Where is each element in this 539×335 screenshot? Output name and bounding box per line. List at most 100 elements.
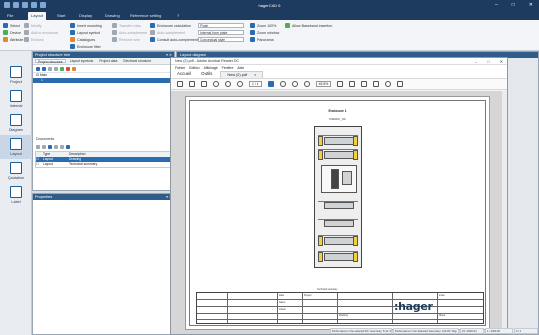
tab-reference-setting[interactable]: Reference setting — [127, 12, 164, 20]
pdf-canvas[interactable]: Enclosure 1 FW4C3 _04 Technical summary … — [171, 91, 507, 334]
search-icon[interactable] — [213, 81, 219, 87]
paste-icon[interactable] — [48, 67, 52, 71]
nav-quotation[interactable]: Quotation — [0, 159, 32, 183]
minimize-button[interactable]: – — [495, 2, 498, 8]
catalogues-button[interactable]: Catalogues — [70, 36, 102, 43]
tab-layout[interactable]: Layout — [28, 12, 47, 20]
panorama-button[interactable]: Panorama — [250, 36, 279, 43]
tab-project-structure[interactable]: Project structure — [35, 59, 66, 64]
pdf-vertical-scrollbar[interactable] — [502, 91, 507, 334]
expand-icon[interactable]: ⊟ — [36, 73, 39, 78]
doc-open-icon[interactable] — [48, 145, 52, 149]
terminal-block — [318, 150, 323, 160]
doc-copy-icon[interactable] — [42, 145, 46, 149]
nav-layout[interactable]: Layout — [0, 135, 32, 159]
zoom-window-button[interactable]: Zoom window — [250, 29, 279, 36]
select-button[interactable]: Select — [3, 22, 23, 29]
modify-button[interactable]: Modify — [24, 22, 58, 29]
tab-pdf-file[interactable]: New (2).pdf × — [220, 71, 264, 78]
status-performance-1: Performance in the selected DC: Geometry… — [330, 328, 392, 334]
zoom-level-field[interactable]: 45,8% — [315, 81, 332, 87]
allow-baseband-insertion-button[interactable]: Allow Baseband insertion — [285, 22, 332, 29]
documents-table: Type Description ☐ Layout Drawing ☐ Layo… — [35, 151, 172, 168]
close-button[interactable]: ✕ — [529, 2, 533, 8]
mounting-type-select[interactable]: Flush — [198, 23, 244, 28]
scroll-mode-icon[interactable] — [349, 81, 356, 87]
tab-drawing[interactable]: Drawing — [102, 12, 123, 20]
panorama-icon — [250, 37, 255, 42]
pdf-maximize-button[interactable]: □ — [487, 58, 489, 65]
nav-label[interactable]: Label — [0, 183, 32, 207]
zoom-100-button[interactable]: Zoom 100% — [250, 22, 279, 29]
documents-label: Documents — [36, 137, 55, 141]
comment-icon[interactable] — [385, 81, 392, 87]
attribute-button[interactable]: Attribute — [3, 36, 23, 43]
save-icon[interactable] — [177, 81, 183, 87]
highlight-icon[interactable] — [373, 81, 380, 87]
pen-icon[interactable] — [397, 81, 404, 87]
pdf-window-controls: – □ ✕ — [475, 58, 503, 65]
documents-toolbar — [33, 143, 174, 151]
tab-accueil[interactable]: Accueil — [175, 70, 193, 78]
rename-icon[interactable] — [54, 67, 58, 71]
auto-complement-option[interactable]: Auto-complement — [112, 29, 147, 36]
doc-delete-icon[interactable] — [60, 145, 64, 149]
close-tab-icon[interactable]: × — [254, 73, 256, 77]
enclose-button[interactable]: Enclose — [24, 36, 58, 43]
tab-layout-symbols[interactable]: Layout symbols — [68, 59, 96, 63]
email-icon[interactable] — [201, 81, 207, 87]
table-row[interactable]: ☐ Layout Technical summary — [36, 162, 171, 167]
delete-icon[interactable] — [66, 67, 70, 71]
transfer-rows-button[interactable]: Transfer rows — [112, 22, 147, 29]
tab-outils[interactable]: Outils — [199, 70, 214, 78]
tab-start[interactable]: Start — [54, 12, 68, 20]
tab-display[interactable]: Display — [76, 12, 95, 20]
zoom-out-icon[interactable] — [291, 81, 298, 87]
nav-internal[interactable]: Internal — [0, 87, 32, 111]
select-pointer-icon[interactable] — [267, 81, 274, 87]
maximize-button[interactable]: □ — [512, 2, 515, 8]
title-block: Technical summary Project Date Name Chec… — [196, 288, 484, 324]
add-to-enclosure-button[interactable]: Add to enclosure — [24, 29, 58, 36]
print-icon[interactable] — [189, 81, 195, 87]
transfer-icon — [112, 23, 117, 28]
doc-print-icon[interactable] — [54, 145, 58, 149]
insert-mounting-button[interactable]: Insert mounting — [70, 22, 102, 29]
window-controls: – □ ✕ — [495, 2, 533, 8]
comment-tool-icon[interactable] — [361, 81, 368, 87]
status-count: 0 / 1 — [514, 328, 538, 334]
mounting-icon — [70, 23, 75, 28]
tab-file[interactable]: File — [4, 12, 16, 20]
page-number-field[interactable]: 1 / 1 — [249, 81, 262, 87]
tab-electrical-structure[interactable]: Electrical structure — [121, 59, 153, 63]
consult-icon — [150, 37, 155, 42]
layout-symbol-button[interactable]: Layout symbol — [70, 29, 102, 36]
fit-page-icon[interactable] — [337, 81, 344, 87]
enclosure-filter-button[interactable]: Enclosure filter — [70, 43, 102, 50]
info-icon[interactable] — [72, 67, 76, 71]
form-plate-select[interactable]: Internal form plate — [198, 30, 244, 35]
auto-complement-button[interactable]: Auto-complement — [150, 29, 198, 36]
pdf-minimize-button[interactable]: – — [475, 58, 477, 65]
copy-icon[interactable] — [42, 67, 46, 71]
enclosure-calculation-button[interactable]: Enclosure calculation — [150, 22, 198, 29]
zoom-in-icon[interactable] — [303, 81, 310, 87]
label-icon — [10, 186, 22, 198]
doc-export-icon[interactable] — [66, 145, 70, 149]
device-button[interactable]: Device — [3, 29, 23, 36]
page-down-icon[interactable] — [237, 81, 243, 87]
remove-wire-button[interactable]: Remove wire — [112, 36, 147, 43]
pdf-close-button[interactable]: ✕ — [500, 58, 503, 65]
select-icon — [3, 23, 8, 28]
refresh-icon[interactable] — [60, 67, 64, 71]
tab-help[interactable]: ? — [174, 12, 182, 20]
consult-auto-complement-button[interactable]: Consult auto-complement — [150, 36, 198, 43]
new-icon[interactable] — [36, 67, 40, 71]
style-select[interactable]: Conceptual style — [198, 37, 244, 42]
nav-diagram[interactable]: Diagram — [0, 111, 32, 135]
page-up-icon[interactable] — [225, 81, 231, 87]
tab-project-data[interactable]: Project data — [97, 59, 119, 63]
nav-project[interactable]: Project — [0, 63, 32, 87]
doc-new-icon[interactable] — [36, 145, 40, 149]
hand-tool-icon[interactable] — [279, 81, 286, 87]
